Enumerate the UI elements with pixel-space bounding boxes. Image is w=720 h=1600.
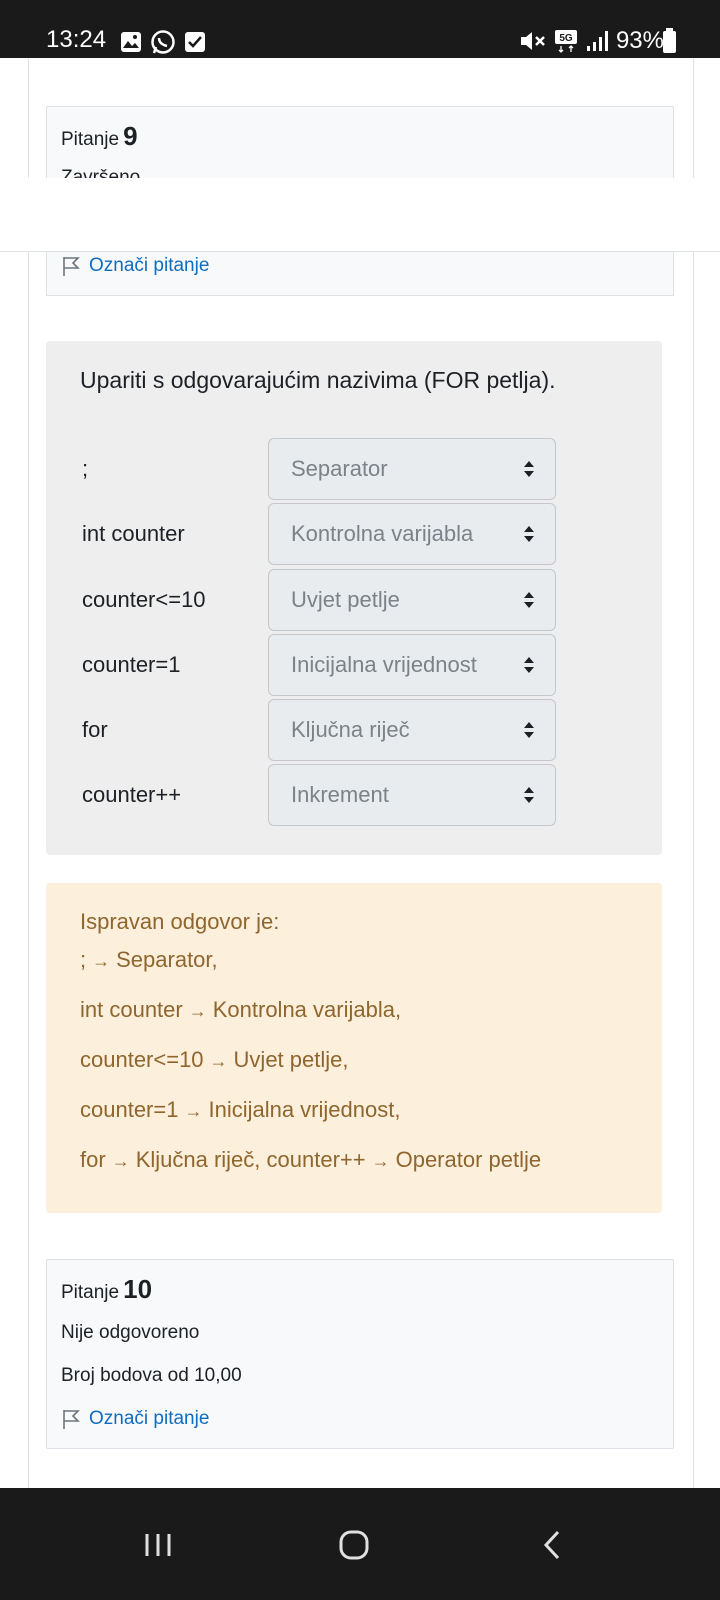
flag-question-10-link[interactable]: Označi pitanje	[61, 1408, 209, 1430]
match-stem: ;	[82, 456, 89, 481]
match-select[interactable]: Uvjet petlje	[268, 569, 556, 631]
feedback-line: ; → Separator,	[80, 947, 218, 973]
question-9-info-footer: Označi pitanje	[46, 252, 674, 296]
sticky-header-band	[0, 178, 720, 252]
match-select[interactable]: Inkrement	[268, 764, 556, 826]
whatsapp-icon	[151, 30, 175, 54]
feedback-stem: for	[80, 1147, 106, 1172]
feedback-answer: Inicijalna vrijednost,	[208, 1097, 401, 1122]
flag-label: Označi pitanje	[89, 255, 210, 276]
feedback-stem: counter<=10	[80, 1047, 204, 1072]
feedback-stem: ;	[80, 947, 87, 972]
select-value: Uvjet petlje	[291, 587, 400, 612]
select-arrows-icon	[524, 787, 534, 803]
match-row: counter<=10 Uvjet petlje	[82, 569, 642, 631]
feedback-answer: Operator petlje	[395, 1147, 542, 1172]
select-arrows-icon	[524, 657, 534, 673]
match-select[interactable]: Inicijalna vrijednost	[268, 634, 556, 696]
match-row: ; Separator	[82, 438, 642, 500]
match-select[interactable]: Separator	[268, 438, 556, 500]
select-value: Inicijalna vrijednost	[291, 652, 477, 677]
select-value: Separator	[291, 456, 388, 481]
match-select[interactable]: Kontrolna varijabla	[268, 503, 556, 565]
flag-label: Označi pitanje	[89, 1408, 210, 1429]
question-label-text: Pitanje	[61, 129, 120, 150]
feedback-line: int counter → Kontrolna varijabla,	[80, 997, 401, 1023]
svg-text:5G: 5G	[559, 33, 573, 44]
question-number: 10	[123, 1274, 153, 1304]
feedback-line: counter=1 → Inicijalna vrijednost,	[80, 1097, 400, 1123]
correct-answer-feedback: Ispravan odgovor je: ; → Separator, int co…	[46, 883, 662, 1213]
match-stem: for	[82, 717, 108, 742]
signal-icon	[586, 31, 608, 51]
flag-question-9-link[interactable]: Označi pitanje	[61, 255, 209, 277]
select-value: Ključna riječ	[291, 717, 410, 742]
feedback-stem: counter=1	[80, 1097, 179, 1122]
match-stem: counter<=10	[82, 587, 206, 612]
feedback-answer: Uvjet petlje,	[233, 1047, 349, 1072]
question-label-text: Pitanje	[61, 1282, 120, 1303]
select-value: Inkrement	[291, 782, 389, 807]
feedback-line: for → Ključna riječ, counter++ → Operator pe…	[80, 1147, 541, 1173]
arrow-icon: →	[188, 1001, 207, 1021]
match-row: counter++ Inkrement	[82, 764, 642, 826]
question-10-status: Nije odgovoreno	[61, 1322, 200, 1343]
question-10-label: Pitanje 10	[61, 1274, 152, 1305]
home-button[interactable]	[314, 1514, 394, 1574]
feedback-stem: int counter	[80, 997, 183, 1022]
gallery-icon	[121, 32, 141, 52]
match-row: for Ključna riječ	[82, 699, 642, 761]
match-stem: counter++	[82, 782, 182, 807]
match-stem: counter=1	[82, 652, 181, 677]
select-arrows-icon	[524, 592, 534, 608]
back-icon	[543, 1530, 560, 1560]
match-row: counter=1 Inicijalna vrijednost	[82, 634, 642, 696]
check-task-icon	[185, 32, 205, 52]
recent-apps-button[interactable]	[118, 1514, 198, 1574]
arrow-icon: →	[184, 1101, 203, 1121]
select-arrows-icon	[524, 461, 534, 477]
question-9-label: Pitanje 9	[61, 121, 138, 152]
android-nav-bar	[0, 1488, 720, 1600]
match-select[interactable]: Ključna riječ	[268, 699, 556, 761]
arrow-icon: →	[92, 951, 111, 971]
feedback-line: counter<=10 → Uvjet petlje,	[80, 1047, 349, 1073]
battery-percent: 93%	[615, 27, 664, 54]
system-icons: 5G 93%	[518, 27, 664, 55]
select-arrows-icon	[524, 722, 534, 738]
question-10-points: Broj bodova od 10,00	[61, 1365, 242, 1386]
home-icon	[339, 1530, 369, 1560]
question-content: Upariti s odgovarajućim nazivima (FOR pe…	[46, 341, 662, 855]
question-number: 9	[123, 121, 138, 151]
feedback-answer: Ključna riječ, counter++	[135, 1147, 366, 1172]
notification-icons	[120, 29, 206, 55]
arrow-icon: →	[209, 1051, 228, 1071]
select-value: Kontrolna varijabla	[291, 521, 474, 546]
network-5g-icon: 5G	[554, 30, 577, 53]
back-button[interactable]	[512, 1514, 592, 1574]
mute-icon	[520, 32, 545, 50]
match-stem: int counter	[82, 521, 185, 546]
select-arrows-icon	[524, 526, 534, 542]
recent-apps-icon	[145, 1534, 171, 1556]
question-10-info: Pitanje 10 Nije odgovoreno Broj bodova od…	[46, 1259, 674, 1449]
status-time: 13:24	[46, 26, 107, 53]
arrow-icon: →	[371, 1151, 390, 1171]
match-row: int counter Kontrolna varijabla	[82, 503, 642, 565]
feedback-heading: Ispravan odgovor je:	[80, 909, 280, 934]
status-bar: 13:24 5G 93%	[0, 0, 720, 58]
flag-icon	[63, 1410, 80, 1429]
arrow-icon: →	[111, 1151, 130, 1171]
battery-icon	[663, 28, 676, 53]
feedback-answer: Separator,	[116, 947, 218, 972]
question-text: Upariti s odgovarajućim nazivima (FOR pe…	[80, 367, 556, 393]
flag-icon	[63, 257, 80, 276]
feedback-answer: Kontrolna varijabla,	[212, 997, 402, 1022]
